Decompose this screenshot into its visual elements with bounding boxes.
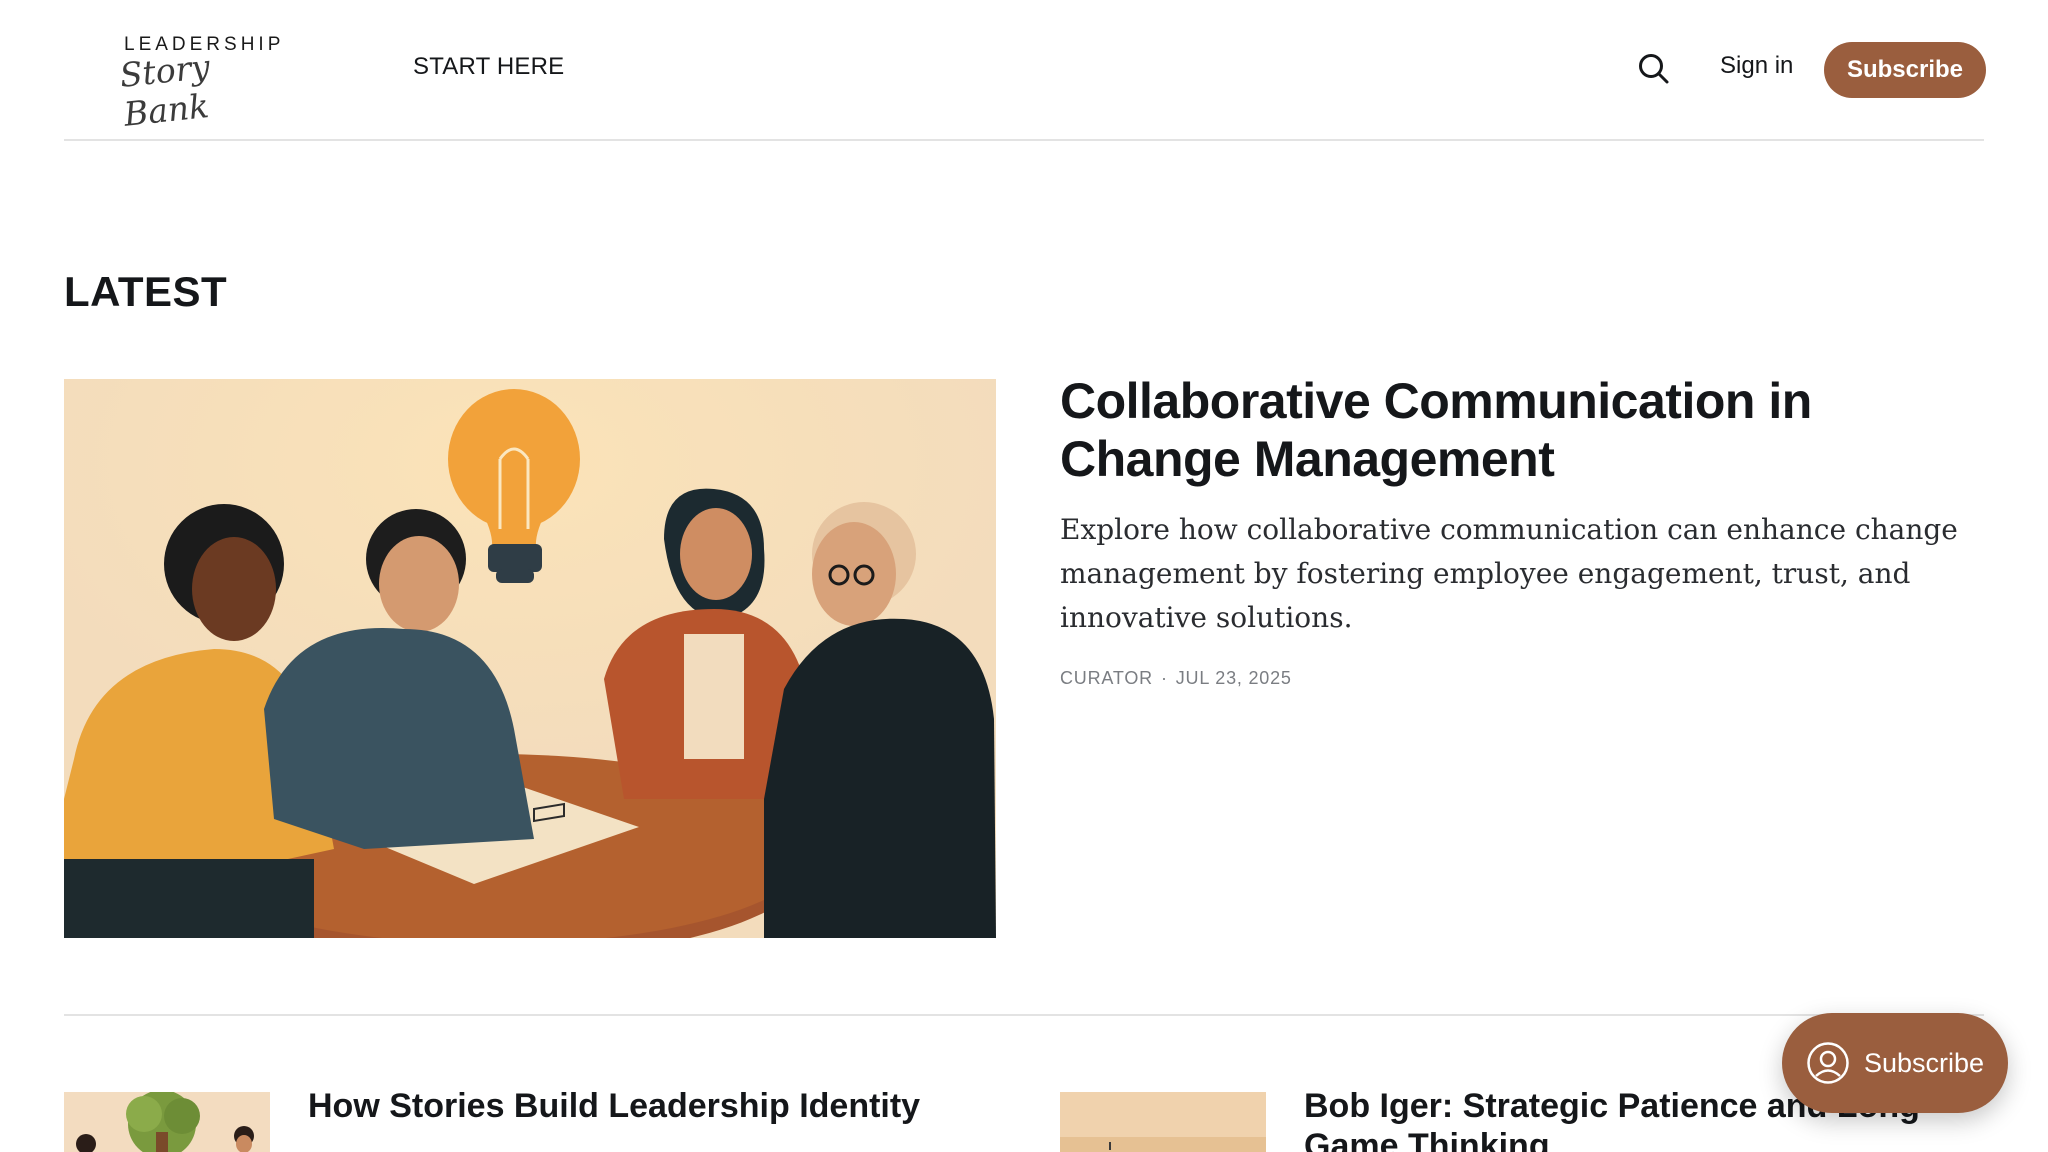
floating-subscribe-label: Subscribe (1864, 1047, 1985, 1078)
subscribe-button[interactable]: Subscribe (1824, 42, 1986, 98)
site-header: LEADERSHIP Story Bank START HERE Sign in… (64, 0, 1986, 141)
feature-image[interactable] (64, 379, 996, 938)
post-thumbnail[interactable] (64, 1092, 270, 1152)
sign-in-link[interactable]: Sign in (1720, 52, 1793, 80)
search-icon[interactable] (1636, 51, 1672, 87)
feature-title[interactable]: Collaborative Communication in Change Ma… (1060, 372, 1960, 488)
meta-separator: · (1160, 668, 1168, 688)
post-thumbnail[interactable] (1060, 1092, 1266, 1152)
site-logo[interactable]: LEADERSHIP Story Bank (118, 34, 280, 134)
user-circle-icon (1807, 1042, 1849, 1084)
post-title[interactable]: How Stories Build Leadership Identity (308, 1086, 1008, 1126)
floating-subscribe-button[interactable]: Subscribe (1782, 1013, 2008, 1113)
section-heading-latest: LATEST (64, 268, 228, 315)
post-date: JUL 23, 2025 (1175, 668, 1292, 688)
logo-script: Story Bank (117, 46, 212, 134)
nav-start-here[interactable]: START HERE (413, 53, 564, 81)
feature-meta: CURATOR · JUL 23, 2025 (1060, 668, 1292, 689)
section-divider (64, 1014, 1984, 1016)
feature-excerpt: Explore how collaborative communication … (1060, 513, 1958, 634)
author-name[interactable]: CURATOR (1060, 668, 1153, 688)
